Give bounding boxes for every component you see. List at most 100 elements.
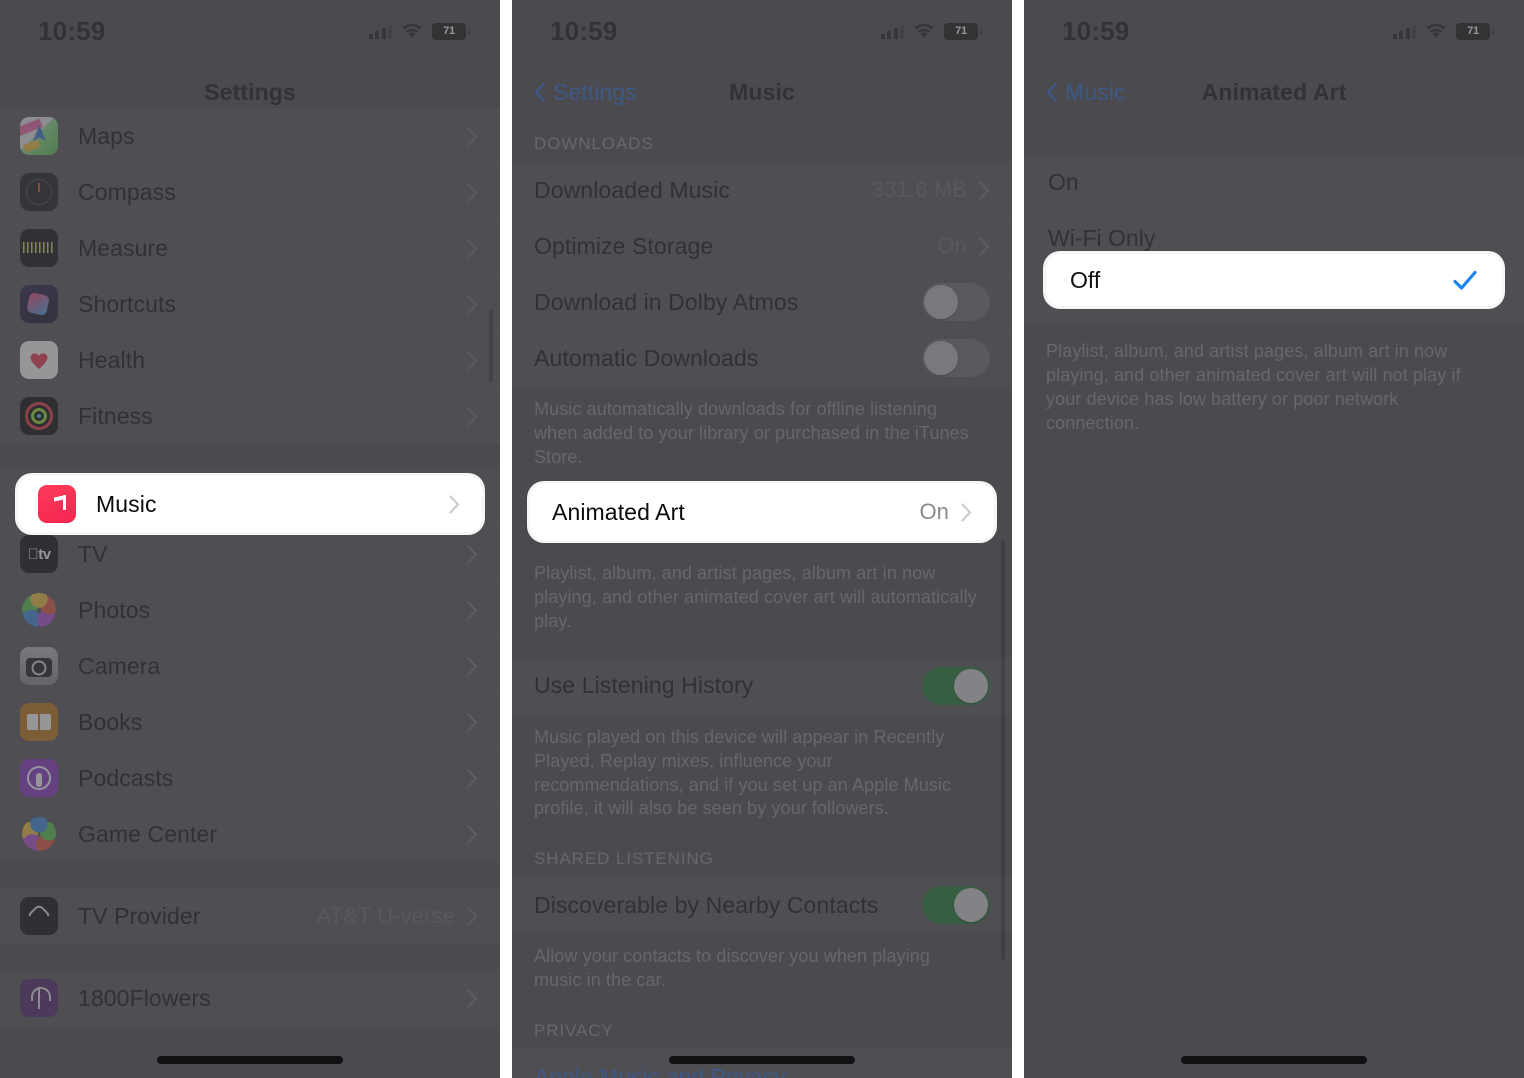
- status-bar: 10:59 71: [0, 0, 500, 62]
- books-app-icon: [20, 703, 58, 741]
- row-animated-art[interactable]: Animated Art On: [530, 484, 994, 540]
- sidebar-item-tv[interactable]: tv TV: [0, 526, 500, 582]
- wifi-icon: [1425, 23, 1447, 39]
- status-bar-clock: 10:59: [550, 15, 618, 46]
- row-label: TV Provider: [78, 902, 201, 929]
- use-listening-history-toggle[interactable]: [922, 666, 990, 705]
- row-label: Books: [78, 708, 143, 735]
- chevron-right-icon: [961, 502, 972, 522]
- sidebar-item-podcasts[interactable]: Podcasts: [0, 750, 500, 806]
- music-app-icon: [38, 485, 76, 523]
- shortcuts-app-icon: [20, 285, 58, 323]
- status-bar-clock: 10:59: [1062, 15, 1130, 46]
- row-optimize-storage[interactable]: Optimize Storage On: [512, 218, 1012, 274]
- sidebar-item-measure[interactable]: Measure: [0, 220, 500, 276]
- row-value: On: [919, 499, 949, 524]
- sidebar-item-fitness[interactable]: Fitness: [0, 388, 500, 444]
- three-panel-screenshot: 10:59 71 Settings Maps Compass Measure S…: [0, 0, 1524, 1078]
- row-label: Fitness: [78, 402, 153, 429]
- row-label: Photos: [78, 596, 151, 623]
- toggle-knob: [924, 285, 958, 319]
- sidebar-item-camera[interactable]: Camera: [0, 638, 500, 694]
- chevron-right-icon: [467, 600, 478, 620]
- back-button-label: Settings: [553, 78, 637, 105]
- chevron-right-icon: [467, 544, 478, 564]
- group-shared-listening: Discoverable by Nearby Contacts: [512, 877, 1012, 934]
- wifi-icon: [913, 23, 935, 39]
- music-settings-list: DOWNLOADS Downloaded Music 331.6 MB Opti…: [512, 122, 1012, 1078]
- camera-app-icon: [20, 647, 58, 685]
- row-label: Compass: [78, 178, 176, 205]
- settings-group-tv-provider: TV Provider AT&T U-verse: [0, 888, 500, 944]
- back-button-settings[interactable]: Settings: [512, 79, 637, 106]
- battery-icon: 71: [1456, 22, 1494, 40]
- sidebar-item-maps[interactable]: Maps: [0, 108, 500, 164]
- chevron-right-icon: [467, 238, 478, 258]
- chevron-right-icon: [467, 768, 478, 788]
- automatic-downloads-toggle[interactable]: [922, 339, 990, 377]
- row-label: Automatic Downloads: [534, 344, 759, 371]
- row-label: Health: [78, 346, 146, 373]
- footnote-downloads: Music automatically downloads for offlin…: [534, 399, 969, 467]
- chevron-right-icon: [979, 236, 990, 256]
- dolby-atmos-toggle[interactable]: [922, 283, 990, 321]
- sidebar-item-books[interactable]: Books: [0, 694, 500, 750]
- sidebar-item-photos[interactable]: Photos: [0, 582, 500, 638]
- chevron-right-icon: [449, 494, 460, 514]
- row-label: Optimize Storage: [534, 232, 714, 259]
- chevron-right-icon: [467, 182, 478, 202]
- discoverable-nearby-contacts-toggle[interactable]: [922, 886, 990, 925]
- maps-app-icon: [20, 117, 58, 155]
- wifi-icon: [401, 23, 423, 39]
- option-label: On: [1048, 168, 1079, 195]
- chevron-left-icon: [1046, 81, 1058, 103]
- podcasts-app-icon: [20, 759, 58, 797]
- sidebar-item-tv-provider[interactable]: TV Provider AT&T U-verse: [0, 888, 500, 944]
- home-indicator[interactable]: [1181, 1056, 1367, 1064]
- toggle-knob: [954, 668, 988, 703]
- fitness-app-icon: [20, 397, 58, 435]
- chevron-right-icon: [467, 656, 478, 676]
- status-bar-clock: 10:59: [38, 15, 106, 46]
- row-automatic-downloads: Automatic Downloads: [512, 330, 1012, 386]
- status-bar-indicators: 71: [368, 22, 470, 40]
- option-off[interactable]: Off: [1046, 254, 1502, 306]
- status-bar: 10:59 71: [1024, 0, 1524, 62]
- apple-music-privacy-link[interactable]: Apple Music and Privacy: [534, 1064, 786, 1078]
- panel-animated-art-dimmed-content: 10:59 71 Music Animated Art On Wi-Fi Onl…: [1024, 0, 1524, 438]
- home-indicator[interactable]: [157, 1056, 343, 1064]
- status-bar-indicators: 71: [880, 22, 982, 40]
- row-value: AT&T U-verse: [316, 903, 455, 928]
- option-on[interactable]: On: [1024, 154, 1524, 210]
- sidebar-item-compass[interactable]: Compass: [0, 164, 500, 220]
- sidebar-item-1800flowers[interactable]: 1800Flowers: [0, 970, 500, 1026]
- home-indicator[interactable]: [669, 1056, 855, 1064]
- row-label: Podcasts: [78, 764, 174, 791]
- scrollbar[interactable]: [1001, 540, 1005, 960]
- row-value: On: [937, 233, 967, 258]
- compass-app-icon: [20, 173, 58, 211]
- tv-provider-icon: [20, 897, 58, 935]
- scrollbar[interactable]: [489, 310, 493, 382]
- sidebar-item-music[interactable]: Music: [18, 476, 482, 532]
- section-header-privacy: PRIVACY: [534, 1021, 614, 1041]
- footnote-shared-listening: Allow your contacts to discover you when…: [534, 946, 931, 991]
- photos-app-icon: [20, 591, 58, 629]
- cellular-signal-icon: [368, 24, 392, 39]
- row-label: Discoverable by Nearby Contacts: [534, 891, 879, 918]
- group-downloads: Downloaded Music 331.6 MB Optimize Stora…: [512, 162, 1012, 386]
- sidebar-item-shortcuts[interactable]: Shortcuts: [0, 276, 500, 332]
- back-button-music[interactable]: Music: [1024, 79, 1126, 106]
- 1800flowers-app-icon: [20, 979, 58, 1017]
- row-downloaded-music[interactable]: Downloaded Music 331.6 MB: [512, 162, 1012, 218]
- chevron-right-icon: [467, 406, 478, 426]
- chevron-right-icon: [467, 988, 478, 1008]
- chevron-right-icon: [467, 712, 478, 732]
- sidebar-item-game-center[interactable]: Game Center: [0, 806, 500, 862]
- chevron-right-icon: [467, 350, 478, 370]
- sidebar-item-health[interactable]: Health: [0, 332, 500, 388]
- chevron-right-icon: [467, 126, 478, 146]
- battery-icon: 71: [432, 22, 470, 40]
